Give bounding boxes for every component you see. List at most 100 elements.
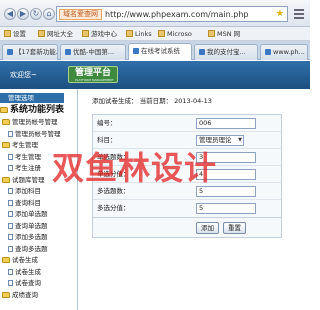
field-input[interactable]: 006 (196, 118, 256, 129)
field-label: 科目： (97, 136, 117, 144)
document-icon (8, 188, 13, 194)
field-input[interactable]: 5 (196, 186, 256, 197)
url-text[interactable]: http://www.phpexam.com/main.php (105, 9, 248, 20)
sidebar-item-label: 查询科目 (15, 198, 41, 207)
field-label: 单选题数： (97, 153, 130, 161)
sidebar-group[interactable]: 成绩查询 (2, 291, 38, 300)
refresh-icon[interactable]: ↻ (30, 8, 42, 20)
browser-toolbar: ◀ ▶ ↻ ⌂ 域名爱查网 http://www.phpexam.com/mai… (0, 0, 310, 27)
form-actions: 添加 重置 (92, 218, 282, 238)
sidebar-item[interactable]: 查询单选题 (8, 222, 48, 231)
tab-strip: 【17套新功能... 优酷-中国第... 在线考试系统 我的支付宝... www… (0, 41, 310, 60)
sidebar-item[interactable]: 管理员帐号管理 (8, 130, 61, 139)
sidebar-item-label: 添加单选题 (15, 210, 48, 218)
folder-icon (2, 291, 10, 298)
reset-button[interactable]: 重置 (223, 222, 246, 234)
home-icon[interactable]: ⌂ (43, 8, 55, 20)
field-value: 4 (199, 170, 204, 178)
field-label: 多选分值： (97, 204, 130, 212)
sidebar-item-label: 管理员帐号管理 (12, 118, 58, 126)
document-icon (8, 165, 13, 171)
sidebar-item-label: 试题库管理 (12, 175, 45, 184)
sidebar-item[interactable]: 添加单选题 (8, 210, 48, 219)
bookmark-icon (208, 30, 215, 37)
bookmark-item[interactable]: Microso (158, 29, 192, 39)
sidebar-item[interactable]: 试卷生成 (8, 268, 41, 277)
back-icon[interactable]: ◀ (4, 8, 16, 20)
sidebar-item[interactable]: 查询科目 (8, 199, 41, 208)
sidebar-item[interactable]: 试卷查询 (8, 279, 41, 288)
logo-subtitle: PLATFORM MANAGEMENT (75, 78, 114, 82)
sidebar-item-label: 添加多选题 (15, 233, 48, 241)
bookmark-icon (82, 30, 89, 37)
menu-icon[interactable] (294, 9, 304, 19)
sidebar-header: 管理选项 (0, 93, 64, 103)
form-row: 单选题数： 3 (93, 149, 281, 166)
sidebar-group[interactable]: 试卷生成 (2, 256, 38, 265)
bookmark-icon (4, 30, 11, 37)
field-input[interactable]: 3 (196, 152, 256, 163)
sidebar-group[interactable]: 管理员帐号管理 (2, 118, 58, 127)
sidebar-item[interactable]: 查询多选题 (8, 245, 48, 254)
document-icon (8, 280, 13, 286)
page-title: 添加试卷生成： 当前日期： 2013-04-13 (92, 97, 212, 105)
add-button[interactable]: 添加 (196, 222, 219, 234)
folder-icon (2, 119, 10, 125)
sidebar-item-label: 添加科目 (15, 187, 41, 195)
field-label: 多选题数： (97, 187, 130, 195)
form-row: 科目： 管理员理论 ▼ (93, 132, 281, 149)
welcome-text: 欢迎您~ (10, 71, 37, 79)
sidebar-item-label: 考生注册 (15, 164, 41, 172)
folder-icon (2, 257, 10, 263)
field-input[interactable]: 4 (196, 169, 256, 180)
subject-select[interactable]: 管理员理论 ▼ (196, 135, 244, 146)
bookmarks-bar: 设置 网址大全 游戏中心 Links Microso MSN 网 (0, 27, 310, 41)
sidebar-group[interactable]: 考生管理 (2, 141, 38, 150)
page-icon (133, 48, 139, 54)
app-header: 欢迎您~ 管理平台 PLATFORM MANAGEMENT (0, 61, 310, 89)
folder-icon (2, 176, 10, 183)
sidebar-item-label: 管理员帐号管理 (15, 129, 61, 138)
field-value: 5 (199, 204, 204, 212)
document-icon (8, 222, 13, 229)
bookmark-item[interactable]: Links (126, 29, 152, 39)
sidebar-item-label: 试卷生成 (15, 267, 41, 276)
document-icon (8, 211, 13, 217)
address-bar[interactable]: 域名爱查网 http://www.phpexam.com/main.php ★ (56, 6, 288, 22)
platform-logo: 管理平台 PLATFORM MANAGEMENT (68, 66, 119, 83)
main-content: 添加试卷生成： 当前日期： 2013-04-13 编号： 006 科目： 管理员理论 ▼… (78, 89, 310, 310)
tab-2[interactable]: 优酷-中国第... (60, 44, 126, 60)
sidebar-item[interactable]: 添加多选题 (8, 233, 48, 242)
domain-lookup-badge[interactable]: 域名爱查网 (59, 9, 102, 20)
bookmark-icon (38, 30, 45, 37)
bookmark-item[interactable]: 设置 (4, 29, 26, 39)
document-icon (8, 130, 13, 137)
sidebar-item-label: 成绩查询 (12, 290, 38, 299)
chevron-down-icon[interactable]: ▼ (238, 136, 242, 145)
field-input[interactable]: 5 (196, 203, 256, 214)
page-icon (65, 49, 71, 55)
field-value: 5 (199, 187, 204, 195)
tab-5[interactable]: www.ph... (260, 44, 308, 60)
document-icon (8, 268, 13, 275)
bookmark-item[interactable]: 游戏中心 (82, 29, 117, 39)
sidebar-item[interactable]: 添加科目 (8, 187, 41, 196)
document-icon (8, 245, 13, 252)
tab-exam-system[interactable]: 在线考试系统 (128, 43, 192, 60)
sidebar-title: 系统功能列表 (0, 105, 64, 116)
bookmark-item[interactable]: 网址大全 (38, 29, 73, 39)
tab-1[interactable]: 【17套新功能... (2, 44, 58, 60)
bookmark-item[interactable]: MSN 网 (208, 29, 240, 39)
field-value: 3 (199, 153, 204, 161)
sidebar-item[interactable]: 考生管理 (8, 153, 41, 162)
field-value: 006 (199, 119, 212, 127)
sidebar-item-label: 查询单选题 (15, 221, 48, 230)
sidebar-group[interactable]: 试题库管理 (2, 176, 45, 185)
exam-generation-form: 编号： 006 科目： 管理员理论 ▼ 单选题数： 3 单选分值： 4 多选题数： 5 多选分值： 5 (92, 114, 282, 218)
tab-4[interactable]: 我的支付宝... (194, 44, 258, 60)
sidebar-item[interactable]: 考生注册 (8, 164, 41, 173)
favorite-star-icon[interactable]: ★ (276, 9, 284, 20)
document-icon (8, 199, 13, 206)
form-row: 多选题数： 5 (93, 183, 281, 200)
forward-icon[interactable]: ▶ (17, 8, 29, 20)
